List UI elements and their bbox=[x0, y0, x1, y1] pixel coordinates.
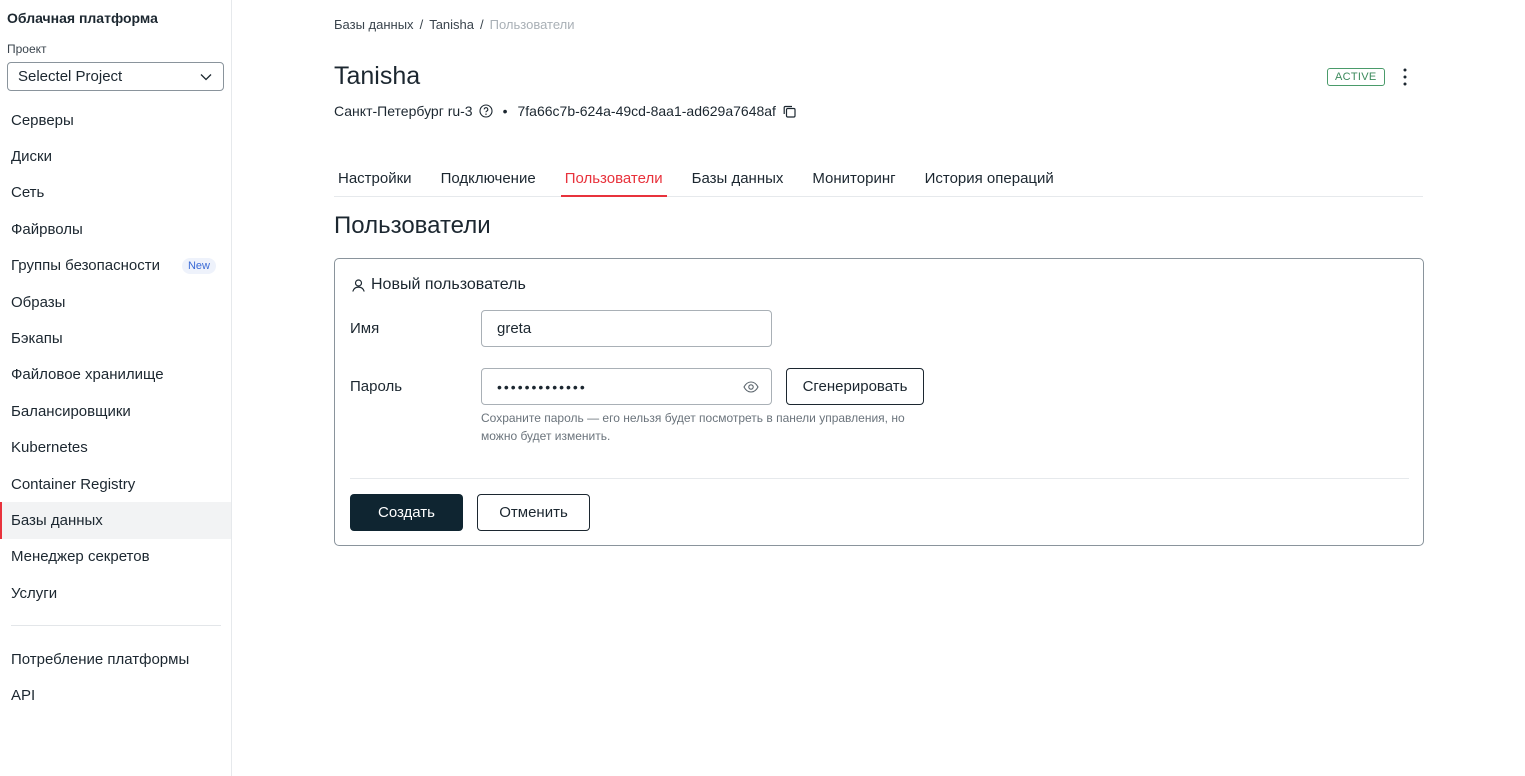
sidebar-item-label: Диски bbox=[11, 148, 52, 166]
tab-settings[interactable]: Настройки bbox=[334, 160, 416, 196]
more-vertical-icon[interactable] bbox=[1396, 66, 1414, 88]
breadcrumb-databases[interactable]: Базы данных bbox=[334, 17, 414, 32]
sidebar-item-platform-usage[interactable]: Потребление платформы bbox=[0, 641, 231, 677]
project-select-value: Selectel Project bbox=[18, 68, 123, 85]
sidebar-item-container-registry[interactable]: Container Registry bbox=[0, 466, 231, 502]
sidebar: Облачная платформа Проект Selectel Proje… bbox=[0, 0, 232, 776]
sidebar-item-servers[interactable]: Серверы bbox=[0, 102, 231, 138]
sidebar-item-label: Группы безопасности bbox=[11, 257, 160, 275]
project-select[interactable]: Selectel Project bbox=[7, 62, 224, 91]
meta-bullet: • bbox=[502, 103, 508, 119]
password-input-value: ••••••••••••• bbox=[497, 378, 587, 395]
sidebar-item-label: Container Registry bbox=[11, 475, 136, 493]
sidebar-item-label: Бэкапы bbox=[11, 330, 63, 348]
sidebar-item-firewalls[interactable]: Файрволы bbox=[0, 211, 231, 247]
password-label: Пароль bbox=[350, 378, 403, 395]
copy-icon[interactable] bbox=[782, 104, 797, 119]
eye-icon[interactable] bbox=[743, 380, 759, 394]
brand-title: Облачная платформа bbox=[7, 10, 158, 26]
name-label: Имя bbox=[350, 320, 380, 337]
tabs: Настройки Подключение Пользователи Базы … bbox=[334, 160, 1423, 197]
sidebar-bottom-nav: Потребление платформы API bbox=[0, 641, 231, 714]
form-title: Новый пользователь bbox=[351, 276, 526, 294]
form-title-text: Новый пользователь bbox=[371, 276, 526, 293]
instance-meta: Санкт-Петербург ru-3 • 7fa66c7b-624a-49c… bbox=[334, 103, 797, 119]
sidebar-item-services[interactable]: Услуги bbox=[0, 575, 231, 611]
sidebar-item-label: Балансировщики bbox=[11, 402, 131, 420]
sidebar-item-secrets-manager[interactable]: Менеджер секретов bbox=[0, 539, 231, 575]
user-icon bbox=[352, 278, 365, 292]
breadcrumb-instance[interactable]: Tanisha bbox=[429, 17, 474, 32]
breadcrumb: Базы данных / Tanisha / Пользователи bbox=[334, 17, 574, 32]
sidebar-item-file-storage[interactable]: Файловое хранилище bbox=[0, 357, 231, 393]
sidebar-item-api[interactable]: API bbox=[0, 677, 231, 713]
generate-password-button[interactable]: Сгенерировать bbox=[786, 368, 924, 405]
sidebar-item-network[interactable]: Сеть bbox=[0, 175, 231, 211]
sidebar-item-load-balancers[interactable]: Балансировщики bbox=[0, 393, 231, 429]
create-button[interactable]: Создать bbox=[350, 494, 463, 531]
breadcrumb-separator: / bbox=[419, 17, 424, 32]
sidebar-item-label: Сеть bbox=[11, 184, 45, 202]
new-badge: New bbox=[181, 257, 216, 274]
sidebar-item-databases[interactable]: Базы данных bbox=[0, 502, 231, 540]
name-input-value: greta bbox=[497, 320, 532, 337]
project-label: Проект bbox=[7, 42, 47, 56]
breadcrumb-current: Пользователи bbox=[489, 17, 575, 32]
sidebar-divider bbox=[11, 625, 221, 626]
sidebar-item-label: Kubernetes bbox=[11, 439, 88, 457]
sidebar-item-label: Базы данных bbox=[11, 511, 103, 529]
tab-operations-history[interactable]: История операций bbox=[921, 160, 1058, 196]
sidebar-item-label: Файрволы bbox=[11, 220, 83, 238]
chevron-down-icon bbox=[200, 74, 212, 81]
sidebar-item-label: Услуги bbox=[11, 584, 58, 602]
section-title: Пользователи bbox=[334, 212, 491, 239]
tab-users[interactable]: Пользователи bbox=[560, 160, 667, 197]
sidebar-item-security-groups[interactable]: Группы безопасности New bbox=[0, 248, 231, 284]
region-label: Санкт-Петербург ru-3 bbox=[334, 103, 473, 119]
password-hint: Сохраните пароль — его нельзя будет посм… bbox=[481, 411, 905, 443]
sidebar-item-kubernetes[interactable]: Kubernetes bbox=[0, 430, 231, 466]
sidebar-item-label: API bbox=[11, 687, 36, 705]
breadcrumb-separator: / bbox=[480, 17, 484, 32]
name-input[interactable]: greta bbox=[481, 310, 772, 347]
sidebar-item-label: Менеджер секретов bbox=[11, 548, 150, 566]
tab-connection[interactable]: Подключение bbox=[437, 160, 540, 196]
sidebar-item-images[interactable]: Образы bbox=[0, 284, 231, 320]
sidebar-nav: Серверы Диски Сеть Файрволы Группы безоп… bbox=[0, 102, 231, 611]
sidebar-item-label: Образы bbox=[11, 293, 66, 311]
form-divider bbox=[350, 478, 1409, 479]
page-title: Tanisha bbox=[334, 62, 421, 90]
sidebar-item-label: Файловое хранилище bbox=[11, 366, 164, 384]
help-circle-icon[interactable] bbox=[479, 104, 493, 118]
password-input[interactable]: ••••••••••••• bbox=[481, 368, 772, 405]
sidebar-item-label: Серверы bbox=[11, 111, 74, 129]
sidebar-item-disks[interactable]: Диски bbox=[0, 138, 231, 174]
cancel-button[interactable]: Отменить bbox=[477, 494, 590, 531]
status-badge: ACTIVE bbox=[1327, 68, 1385, 86]
instance-id: 7fa66c7b-624a-49cd-8aa1-ad629a7648af bbox=[517, 103, 776, 119]
sidebar-item-backups[interactable]: Бэкапы bbox=[0, 320, 231, 356]
tab-monitoring[interactable]: Мониторинг bbox=[808, 160, 899, 196]
new-user-form: Новый пользователь Имя greta Пароль ••••… bbox=[334, 258, 1424, 546]
tab-databases[interactable]: Базы данных bbox=[688, 160, 788, 196]
sidebar-item-label: Потребление платформы bbox=[11, 650, 190, 668]
